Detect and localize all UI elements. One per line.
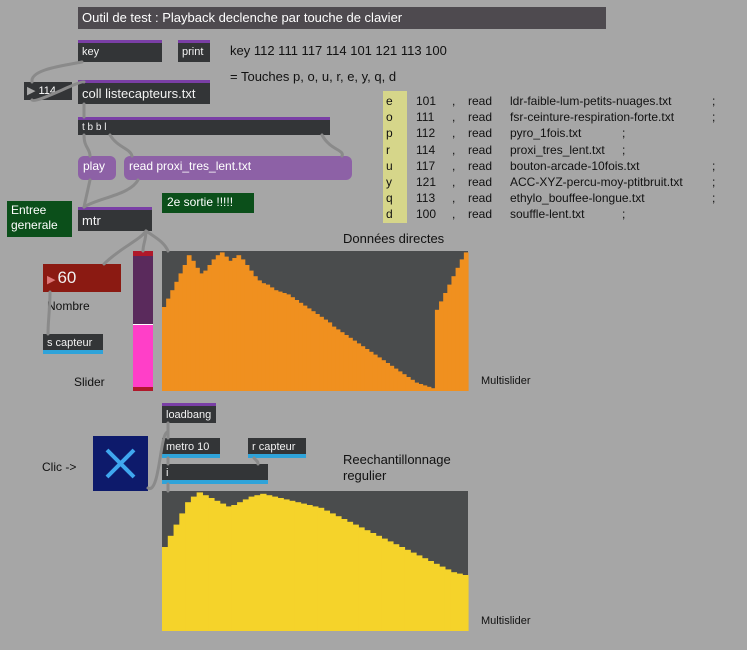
patch-cords [30,60,344,493]
